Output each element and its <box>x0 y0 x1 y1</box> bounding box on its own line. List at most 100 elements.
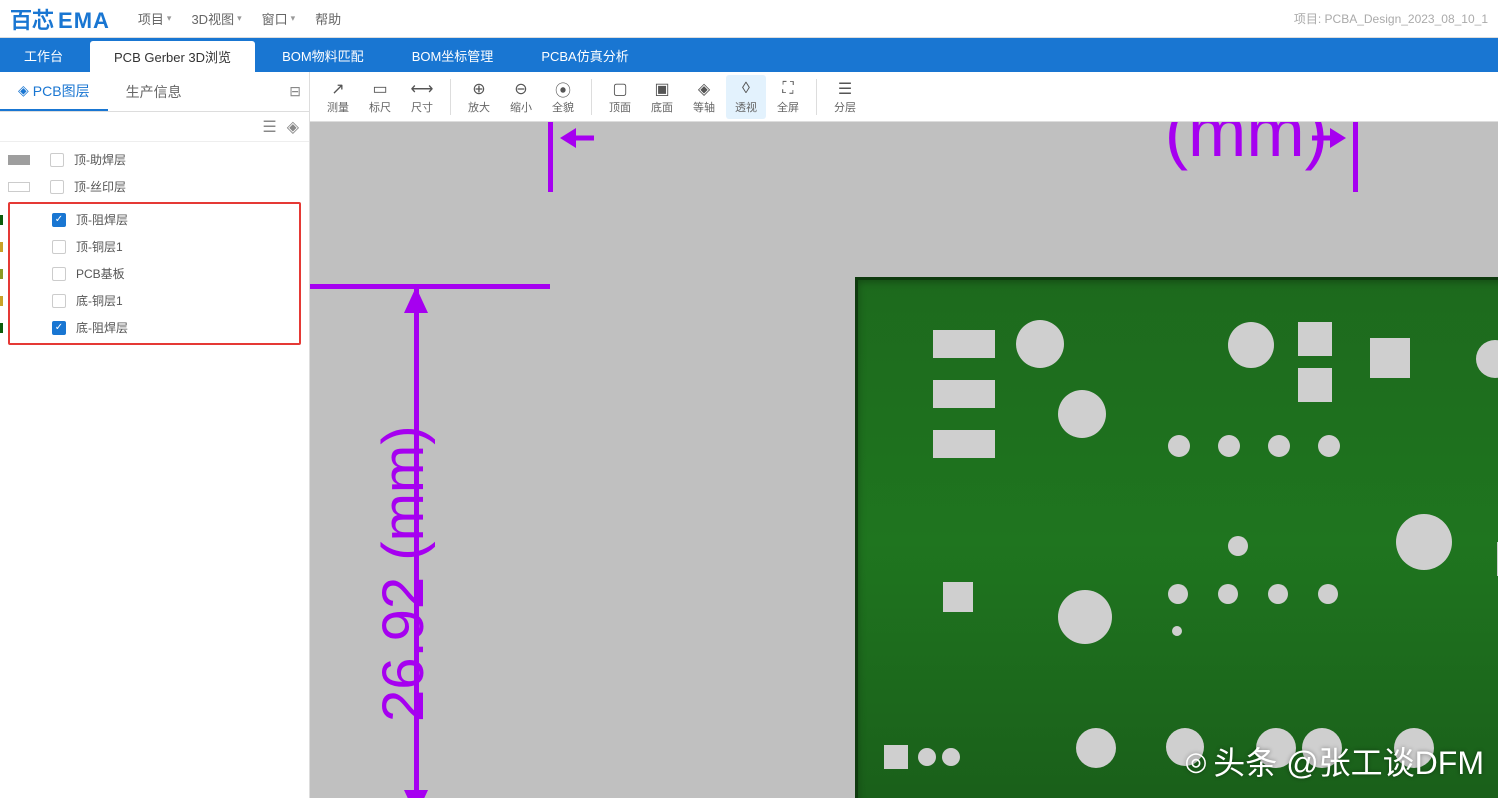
pad-square <box>884 745 908 769</box>
layer-swatch <box>0 242 3 252</box>
pad-circle <box>918 748 936 766</box>
side-tab-production[interactable]: 生产信息 <box>108 72 200 111</box>
pad-circle <box>1396 514 1452 570</box>
layer-row-top-mask[interactable]: ✓ 顶-阻焊层 <box>12 206 297 233</box>
tool-全屏[interactable]: ⛶全屏 <box>768 75 808 119</box>
tool-顶面[interactable]: ▢顶面 <box>600 75 640 119</box>
menu-label: 窗口 <box>262 9 288 28</box>
layer-swatch <box>8 155 30 165</box>
project-info: 项目: PCBA_Design_2023_08_10_1 <box>1294 10 1488 27</box>
layer-checkbox[interactable] <box>52 294 66 308</box>
layer-label: 底-铜层1 <box>76 292 123 309</box>
pad-rect <box>933 330 995 358</box>
logo-en: EMA <box>58 8 110 34</box>
pad-square <box>1298 322 1332 356</box>
tab-bom-match[interactable]: BOM物料匹配 <box>258 38 388 72</box>
tool-标尺[interactable]: ▭标尺 <box>360 75 400 119</box>
list-view-icon[interactable]: ☰ <box>262 117 276 137</box>
dim-tick <box>1353 122 1358 192</box>
collapse-icon[interactable]: ⊟ <box>281 79 309 104</box>
menu-window[interactable]: 窗口▾ <box>252 9 306 28</box>
tool-icon: ◈ <box>698 79 710 99</box>
tab-label: PCB Gerber 3D浏览 <box>114 47 231 66</box>
layer-checkbox[interactable] <box>50 180 64 194</box>
layer-label: 顶-阻焊层 <box>76 211 128 228</box>
tool-等轴[interactable]: ◈等轴 <box>684 75 724 119</box>
menu-project[interactable]: 项目▾ <box>128 9 182 28</box>
tool-测量[interactable]: ↗测量 <box>318 75 358 119</box>
pad-circle <box>1228 536 1248 556</box>
pad-circle <box>1268 584 1288 604</box>
layer-checkbox[interactable]: ✓ <box>52 321 66 335</box>
menu-label: 帮助 <box>315 9 341 28</box>
tool-底面[interactable]: ▣底面 <box>642 75 682 119</box>
pad-rect <box>933 430 995 458</box>
layer-swatch <box>0 215 3 225</box>
separator <box>591 79 592 115</box>
watermark: ◎ 头条 @张工谈DFM <box>1185 738 1484 784</box>
pad-circle <box>1168 435 1190 457</box>
tool-尺寸[interactable]: ⟷尺寸 <box>402 75 442 119</box>
tool-label: 测量 <box>327 99 349 115</box>
stack-view-icon[interactable]: ◈ <box>287 117 299 137</box>
layer-checkbox[interactable] <box>52 267 66 281</box>
tool-透视[interactable]: ◊透视 <box>726 75 766 119</box>
tool-icon: ⟷ <box>411 79 434 99</box>
tab-gerber-3d[interactable]: PCB Gerber 3D浏览 <box>90 41 255 72</box>
tool-icon: ⊖ <box>514 79 527 99</box>
tool-icon: ▭ <box>372 79 387 99</box>
logo-cn: 百芯 <box>10 3 54 35</box>
layer-swatch <box>0 296 3 306</box>
layer-row-bot-copper[interactable]: 底-铜层1 <box>12 287 297 314</box>
annotation-highlight: ✓ 顶-阻焊层 顶-铜层1 PCB基板 底-铜层1 <box>8 202 301 345</box>
arrow-right-icon <box>1310 122 1346 160</box>
tool-缩小[interactable]: ⊖缩小 <box>501 75 541 119</box>
tab-workbench[interactable]: 工作台 <box>0 38 87 72</box>
tool-icon: ▢ <box>612 79 627 99</box>
pad-circle <box>1318 435 1340 457</box>
tool-icon: ▣ <box>654 79 669 99</box>
side-toolbar: ☰ ◈ <box>0 112 309 142</box>
layer-row-top-paste[interactable]: 顶-助焊层 <box>8 146 301 173</box>
tool-label: 全屏 <box>777 99 799 115</box>
tool-全貌[interactable]: ⦿全貌 <box>543 75 583 119</box>
layer-checkbox[interactable]: ✓ <box>52 213 66 227</box>
layer-row-top-copper[interactable]: 顶-铜层1 <box>12 233 297 260</box>
tab-label: BOM物料匹配 <box>282 46 364 65</box>
layer-label: 顶-铜层1 <box>76 238 123 255</box>
layer-row-top-silk[interactable]: 顶-丝印层 <box>8 173 301 200</box>
app-logo: 百芯 EMA <box>10 3 110 35</box>
pad-circle <box>1058 390 1106 438</box>
dim-width-text: (mm) <box>1165 122 1328 172</box>
pad-circle <box>1058 590 1112 644</box>
watermark-text: 头条 @张工谈DFM <box>1213 738 1484 784</box>
menu-3d-view[interactable]: 3D视图▾ <box>181 9 251 28</box>
tool-放大[interactable]: ⊕放大 <box>459 75 499 119</box>
layer-label: PCB基板 <box>76 265 125 282</box>
tab-pcba-sim[interactable]: PCBA仿真分析 <box>517 38 652 72</box>
layer-swatch <box>0 269 3 279</box>
layers-icon: ◈ <box>18 82 29 99</box>
side-tab-layers[interactable]: ◈PCB图层 <box>0 72 108 111</box>
tab-label: BOM坐标管理 <box>412 46 494 65</box>
viewport-3d[interactable]: (mm) 26.92 (mm) <box>310 122 1498 798</box>
pad-circle <box>1172 626 1182 636</box>
layer-row-pcb-core[interactable]: PCB基板 <box>12 260 297 287</box>
tab-bom-coord[interactable]: BOM坐标管理 <box>388 38 518 72</box>
tab-label: PCBA仿真分析 <box>541 46 628 65</box>
tool-icon: ⦿ <box>555 79 571 99</box>
menu-label: 3D视图 <box>191 9 234 28</box>
pad-square <box>1370 338 1410 378</box>
arrow-down-icon <box>396 776 436 798</box>
tool-label: 标尺 <box>369 99 391 115</box>
pad-circle <box>1476 340 1498 378</box>
layer-checkbox[interactable] <box>50 153 64 167</box>
layer-checkbox[interactable] <box>52 240 66 254</box>
tool-分层[interactable]: ☰分层 <box>825 75 865 119</box>
layer-row-bot-mask[interactable]: ✓ 底-阻焊层 <box>12 314 297 341</box>
pad-square <box>1298 368 1332 402</box>
tool-label: 放大 <box>468 99 490 115</box>
menu-help[interactable]: 帮助 <box>305 9 351 28</box>
side-tabs: ◈PCB图层 生产信息 ⊟ <box>0 72 309 112</box>
tool-label: 透视 <box>735 99 757 115</box>
